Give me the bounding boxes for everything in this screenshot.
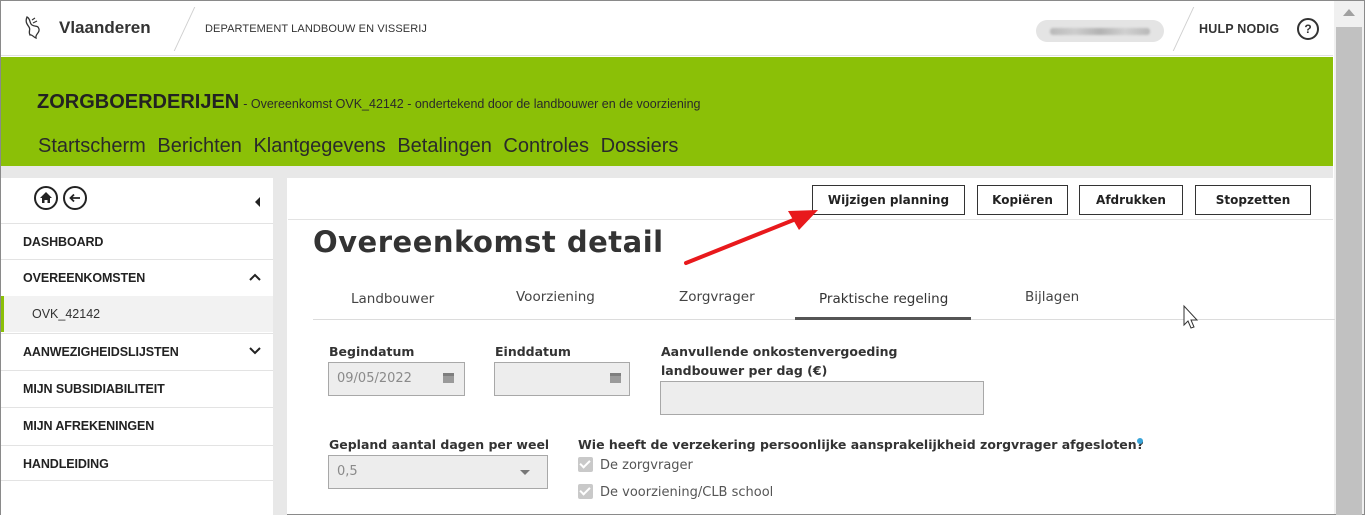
nav-startscherm[interactable]: Startscherm	[38, 135, 146, 157]
top-bar: Vlaanderen DEPARTEMENT LANDBOUW EN VISSE…	[1, 1, 1333, 56]
toolbar-divider	[288, 219, 1333, 220]
info-icon[interactable]	[1137, 438, 1143, 444]
flemish-lion-logo-icon	[25, 16, 40, 39]
nav-berichten[interactable]: Berichten	[157, 135, 242, 157]
verzekering-label: Wie heeft de verzekering persoonlijke aa…	[578, 437, 1144, 452]
header-divider	[173, 7, 196, 51]
onkosten-label-line2: landbouwer per dag (€)	[661, 363, 828, 378]
calendar-icon[interactable]	[443, 373, 454, 383]
dagen-per-week-value: 0,5	[337, 464, 358, 479]
afdrukken-button[interactable]: Afdrukken	[1079, 185, 1183, 215]
page-title: Overeenkomst detail	[313, 225, 664, 259]
scrollbar-thumb[interactable]	[1336, 27, 1362, 515]
einddatum-label: Einddatum	[495, 344, 571, 359]
main-nav: Startscherm Berichten Klantgegevens Beta…	[38, 135, 684, 158]
sidebar-item-label: AANWEZIGHEIDSLIJSTEN	[23, 345, 179, 359]
sidebar-item-mijn-subsidiabiliteit[interactable]: MIJN SUBSIDIABILITEIT	[1, 370, 273, 406]
kopieren-button[interactable]: Kopiëren	[977, 185, 1068, 215]
chevron-up-icon[interactable]	[249, 273, 261, 281]
arrow-left-icon-glyph	[69, 193, 80, 203]
stopzetten-button[interactable]: Stopzetten	[1195, 185, 1311, 215]
sidebar-item-label: MIJN AFREKENINGEN	[23, 419, 155, 433]
nav-controles[interactable]: Controles	[503, 135, 589, 157]
nav-klantgegevens[interactable]: Klantgegevens	[253, 135, 385, 157]
app-header: ZORGBOERDERIJEN - Overeenkomst OVK_42142 …	[1, 57, 1333, 166]
user-name-blurred	[1050, 28, 1150, 35]
checkbox-zorgvrager-label: De zorgvrager	[600, 458, 693, 473]
sidebar-item-label: MIJN SUBSIDIABILITEIT	[23, 382, 165, 396]
checkbox-zorgvrager[interactable]	[578, 457, 593, 472]
sidebar-item-ovk-42142[interactable]: OVK_42142	[1, 296, 273, 332]
app-name[interactable]: ZORGBOERDERIJEN	[37, 91, 239, 113]
chevron-down-icon[interactable]	[520, 470, 530, 475]
nav-dossiers[interactable]: Dossiers	[601, 135, 679, 157]
calendar-icon[interactable]	[610, 373, 621, 383]
active-tab-indicator	[795, 317, 971, 320]
onkosten-label-line1: Aanvullende onkostenvergoeding	[661, 344, 898, 359]
sidebar-item-label: OVEREENKOMSTEN	[23, 271, 146, 285]
dagen-per-week-label: Gepland aantal dagen per week	[329, 437, 548, 452]
chevron-down-icon[interactable]	[249, 347, 261, 355]
brand-name[interactable]: Vlaanderen	[59, 18, 151, 38]
checkbox-voorziening-label: De voorziening/CLB school	[600, 485, 774, 500]
app-title: ZORGBOERDERIJEN - Overeenkomst OVK_42142 …	[37, 91, 700, 114]
arrow-left-icon[interactable]	[63, 186, 87, 210]
sidebar-item-label: OVK_42142	[32, 307, 101, 321]
user-account-button[interactable]	[1036, 20, 1164, 42]
checkbox-voorziening[interactable]	[578, 484, 593, 499]
scroll-up-arrow-icon[interactable]	[1343, 9, 1355, 16]
sidebar-item-mijn-afrekeningen[interactable]: MIJN AFREKENINGEN	[1, 407, 273, 443]
begindatum-label: Begindatum	[329, 344, 415, 359]
tab-praktische-regeling[interactable]: Praktische regeling	[819, 291, 948, 307]
sidebar-item-handleiding[interactable]: HANDLEIDING	[1, 445, 273, 481]
tab-bijlagen[interactable]: Bijlagen	[1025, 289, 1079, 305]
begindatum-value: 09/05/2022	[337, 371, 412, 386]
sidebar-gutter	[273, 178, 287, 515]
sidebar-item-dashboard[interactable]: DASHBOARD	[1, 223, 273, 259]
tab-zorgvrager[interactable]: Zorgvrager	[679, 289, 755, 305]
sidebar-item-label: HANDLEIDING	[23, 457, 109, 471]
sidebar-item-label: DASHBOARD	[23, 235, 104, 249]
onkostenvergoeding-field[interactable]	[660, 381, 984, 415]
header-separator	[1, 166, 1333, 178]
department-name[interactable]: DEPARTEMENT LANDBOUW EN VISSERIJ	[205, 23, 427, 35]
home-icon-glyph	[40, 192, 52, 203]
help-icon[interactable]: ?	[1297, 18, 1319, 40]
help-link[interactable]: HULP NODIG	[1199, 22, 1279, 36]
tab-landbouwer[interactable]: Landbouwer	[351, 291, 434, 307]
wijzigen-planning-button[interactable]: Wijzigen planning	[812, 185, 965, 215]
sidebar-item-overeenkomsten[interactable]: OVEREENKOMSTEN	[1, 259, 273, 295]
collapse-sidebar-icon[interactable]	[255, 197, 260, 207]
dagen-per-week-select[interactable]: 0,5	[328, 455, 548, 489]
app-subtitle: - Overeenkomst OVK_42142 - ondertekend d…	[243, 97, 701, 111]
header-divider	[1172, 7, 1195, 51]
home-icon[interactable]	[34, 186, 58, 210]
sidebar-item-aanwezigheidslijsten[interactable]: AANWEZIGHEIDSLIJSTEN	[1, 333, 273, 369]
tab-voorziening[interactable]: Voorziening	[516, 289, 595, 305]
nav-betalingen[interactable]: Betalingen	[397, 135, 492, 157]
